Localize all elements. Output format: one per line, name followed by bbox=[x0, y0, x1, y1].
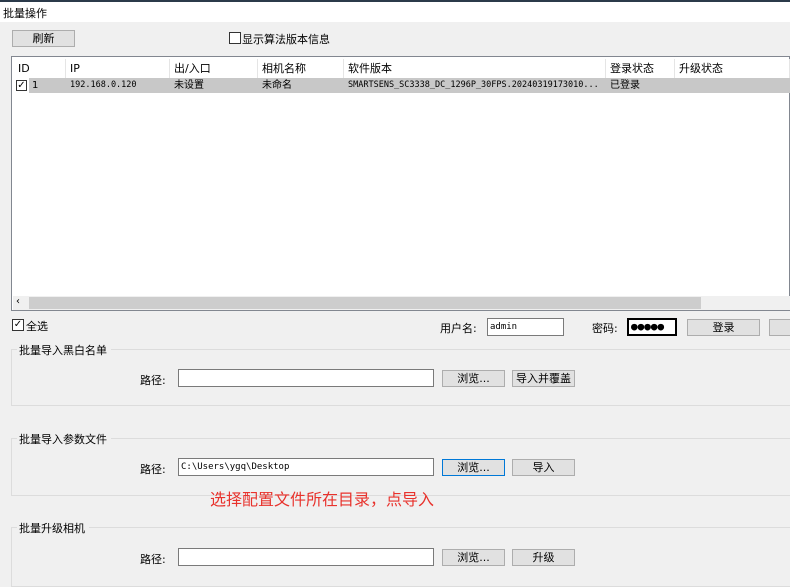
scroll-left-icon[interactable]: ‹ bbox=[16, 296, 20, 307]
show-algo-version-checkbox[interactable] bbox=[229, 32, 241, 44]
col-software-version[interactable]: 软件版本 bbox=[344, 59, 606, 78]
username-input[interactable]: admin bbox=[487, 318, 564, 336]
group-title: 批量导入参数文件 bbox=[17, 431, 111, 447]
browse-button[interactable]: 浏览... bbox=[442, 370, 505, 387]
col-camera-name[interactable]: 相机名称 bbox=[258, 59, 344, 78]
path-label: 路径: bbox=[140, 463, 166, 476]
refresh-button[interactable]: 刷新 bbox=[12, 30, 75, 47]
path-label: 路径: bbox=[140, 374, 166, 387]
upgrade-button[interactable]: 升级 bbox=[512, 549, 575, 566]
scroll-thumb[interactable] bbox=[29, 297, 701, 309]
group-title: 批量升级相机 bbox=[17, 520, 89, 536]
col-login-status[interactable]: 登录状态 bbox=[606, 59, 675, 78]
col-ip[interactable]: IP bbox=[66, 59, 170, 78]
password-input[interactable]: ●●●●● bbox=[627, 318, 677, 336]
group-title: 批量导入黑白名单 bbox=[17, 342, 111, 358]
title-bar: 批量操作 bbox=[0, 0, 790, 22]
cell-version: SMARTSENS_SC3338_DC_1296P_30FPS.20240319… bbox=[348, 80, 599, 90]
cell-upgrade bbox=[675, 78, 679, 93]
browse-button[interactable]: 浏览... bbox=[442, 459, 505, 476]
camera-table[interactable]: ID IP 出/入口 相机名称 软件版本 登录状态 升级状态 ✓ 1 192.1… bbox=[11, 56, 790, 311]
cell-name: 未命名 bbox=[262, 80, 292, 91]
cell-io: 未设置 bbox=[174, 80, 204, 91]
select-all-label: 全选 bbox=[26, 320, 48, 333]
logout-button[interactable] bbox=[769, 319, 790, 336]
path-input[interactable]: C:\Users\ygq\Desktop bbox=[178, 458, 434, 476]
annotation-text: 选择配置文件所在目录，点导入 bbox=[210, 490, 435, 509]
show-algo-version-label: 显示算法版本信息 bbox=[242, 33, 330, 46]
import-overwrite-button[interactable]: 导入并覆盖 bbox=[512, 370, 575, 387]
row-checkbox[interactable]: ✓ bbox=[16, 80, 27, 91]
username-label: 用户名: bbox=[440, 322, 477, 335]
password-label: 密码: bbox=[592, 322, 618, 335]
col-upgrade-status[interactable]: 升级状态 bbox=[675, 59, 790, 78]
col-id[interactable]: ID bbox=[14, 59, 66, 78]
path-input[interactable] bbox=[178, 369, 434, 387]
select-all-checkbox[interactable]: ✓ bbox=[12, 319, 24, 331]
col-io[interactable]: 出/入口 bbox=[170, 59, 258, 78]
window-title: 批量操作 bbox=[3, 7, 47, 20]
path-input[interactable] bbox=[178, 548, 434, 566]
cell-login: 已登录 bbox=[610, 80, 640, 91]
horizontal-scrollbar[interactable]: ‹ bbox=[13, 296, 790, 310]
browse-button[interactable]: 浏览... bbox=[442, 549, 505, 566]
cell-id: 1 bbox=[32, 80, 39, 91]
import-button[interactable]: 导入 bbox=[512, 459, 575, 476]
login-button[interactable]: 登录 bbox=[687, 319, 760, 336]
cell-ip: 192.168.0.120 bbox=[70, 80, 137, 90]
